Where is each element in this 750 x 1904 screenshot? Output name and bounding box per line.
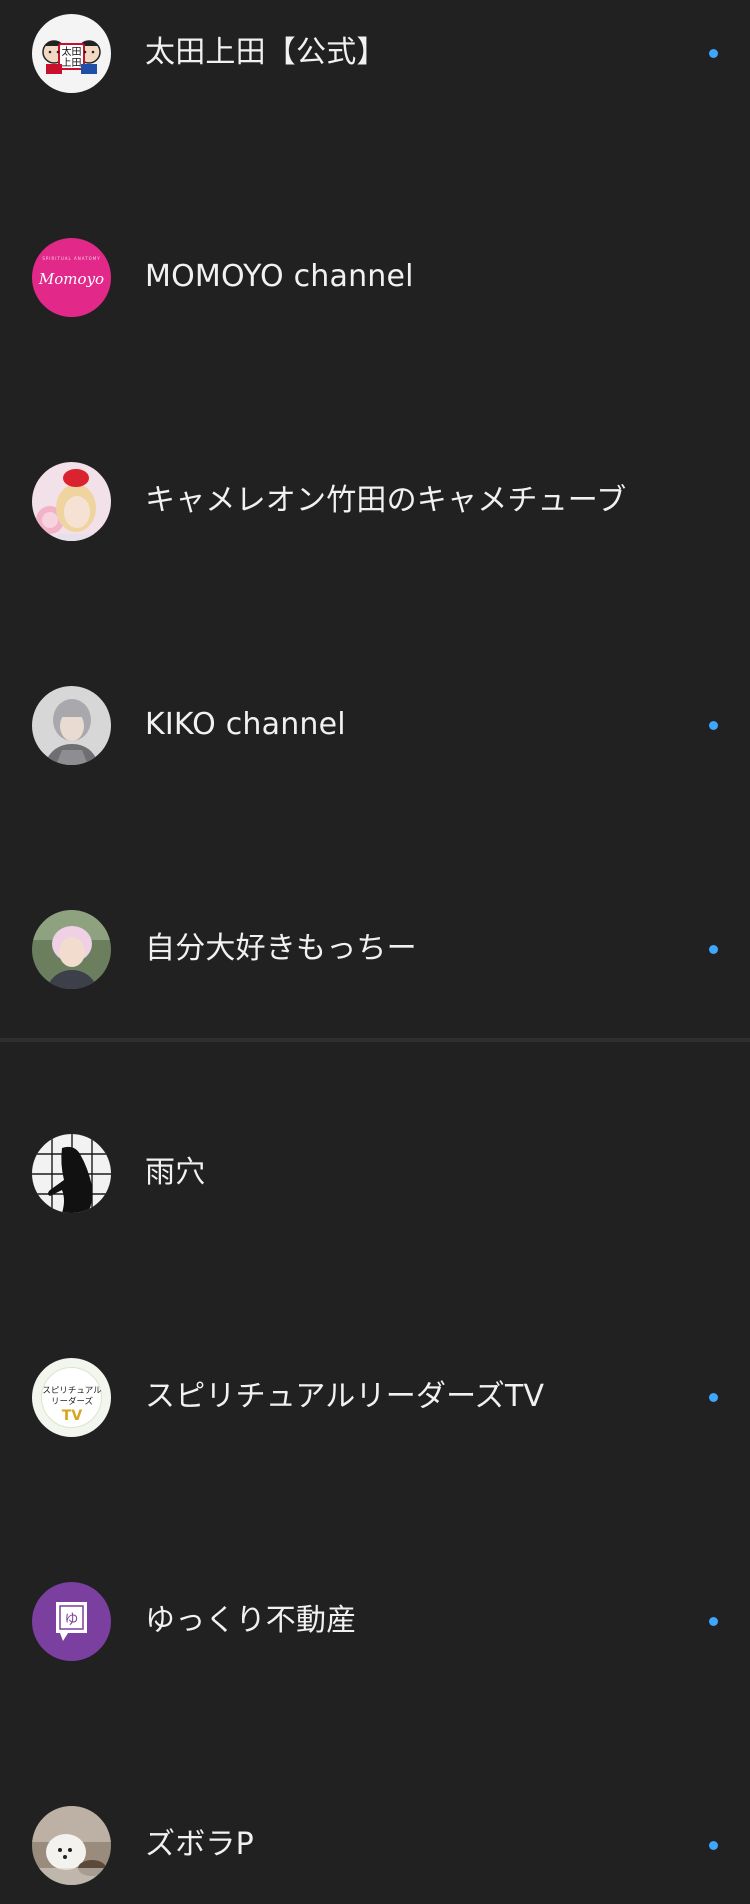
channel-name: ゆっくり不動産 [145,1603,357,1638]
channel-avatar[interactable] [32,686,111,765]
bottom-divider [0,1038,750,1042]
person-photo-icon [32,686,111,765]
dog-photo-icon [32,1806,111,1885]
avatar-logo-text-top: 太田 [62,45,82,58]
avatar-logo-text-line1: スピリチュアル [42,1386,102,1396]
person-photo-icon [32,462,111,541]
spiritual-leaders-logo-icon: スピリチュアル リーダーズ TV [32,1358,111,1437]
channel-name: ズボラP [145,1827,254,1862]
channel-name: KIKO channel [145,707,346,742]
channel-avatar[interactable]: スピリチュアル リーダーズ TV [32,1358,111,1437]
channel-row-mocchi[interactable]: 自分大好きもっちー [0,896,750,1008]
avatar-logo-text-bottom: 上田 [62,57,82,69]
new-content-dot [709,1393,718,1402]
yukkuri-logo-icon: ゆ [32,1582,111,1661]
channel-avatar[interactable] [32,1806,111,1885]
new-content-dot [709,49,718,58]
new-content-dot [709,1841,718,1850]
channel-name: MOMOYO channel [145,259,414,294]
channel-avatar[interactable]: 太田 上田 [32,14,111,93]
channel-row-kiko[interactable]: KIKO channel [0,672,750,784]
momoyo-logo-icon: SPIRITUAL ANATOMY Momoyo [32,238,111,317]
channel-avatar[interactable]: ゆ [32,1582,111,1661]
channel-name: キャメレオン竹田のキャメチューブ [145,483,627,518]
channel-row-chameleon-takeda[interactable]: キャメレオン竹田のキャメチューブ [0,448,750,560]
channel-row-spiritual-leaders[interactable]: スピリチュアル リーダーズ TV スピリチュアルリーダーズTV [0,1344,750,1456]
channel-name: 雨穴 [145,1155,206,1190]
channel-avatar[interactable] [32,462,111,541]
channel-row-zubora-p[interactable]: ズボラP [0,1792,750,1904]
new-content-dot [709,945,718,954]
person-photo-icon [32,910,111,989]
new-content-dot [709,721,718,730]
silhouette-photo-icon [32,1134,111,1213]
new-content-dot [709,1617,718,1626]
channel-row-momoyo[interactable]: SPIRITUAL ANATOMY Momoyo MOMOYO channel [0,224,750,336]
channel-name: 太田上田【公式】 [145,35,387,70]
channel-name: スピリチュアルリーダーズTV [145,1379,545,1414]
channel-avatar[interactable]: SPIRITUAL ANATOMY Momoyo [32,238,111,317]
channel-row-ohta-ueda[interactable]: 太田 上田 太田上田【公式】 [0,0,750,112]
avatar-logo-text: Momoyo [38,270,104,288]
channel-row-yukkuri-fudosan[interactable]: ゆ ゆっくり不動産 [0,1568,750,1680]
channel-avatar[interactable] [32,1134,111,1213]
avatar-logo-text-line3: TV [62,1408,83,1424]
avatar-logo-text: ゆ [65,1612,79,1628]
channel-avatar[interactable] [32,910,111,989]
ohta-ueda-logo-icon: 太田 上田 [32,14,111,93]
channel-name: 自分大好きもっちー [145,931,417,966]
avatar-logo-text-line2: リーダーズ [51,1396,94,1407]
subscription-channel-list: 太田 上田 太田上田【公式】 SPIRITUAL ANATOMY Momoyo … [0,0,750,1885]
channel-row-uketsu[interactable]: 雨穴 [0,1120,750,1232]
avatar-tagline: SPIRITUAL ANATOMY [42,256,100,261]
